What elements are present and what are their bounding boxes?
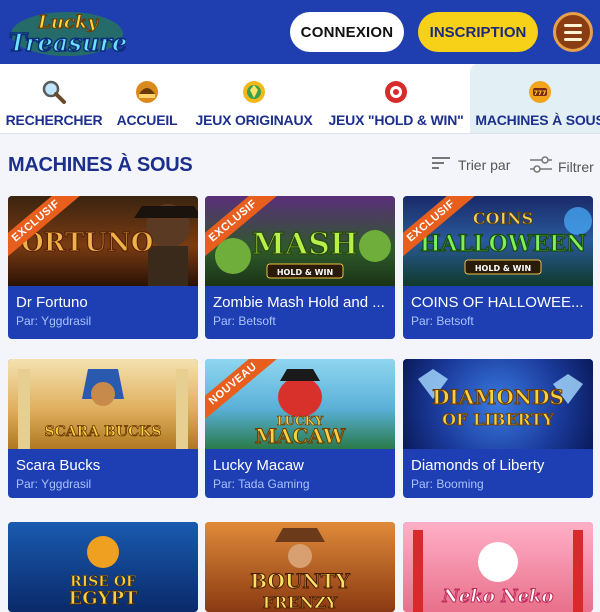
game-art-subtext: HOLD & WIN bbox=[277, 268, 333, 277]
game-card[interactable]: LUCKY MACAW NOUVEAU Lucky Macaw Par: Tad… bbox=[205, 359, 395, 498]
nav-label: ACCUEIL bbox=[116, 112, 178, 128]
game-art-text: Neko Neko bbox=[441, 586, 553, 607]
lucky-treasure-logo[interactable]: Lucky Treasure bbox=[8, 4, 128, 60]
game-name: Dr Fortuno bbox=[16, 294, 88, 311]
game-art-subtext: FRENZY bbox=[263, 593, 338, 612]
section-title: MACHINES À SOUS bbox=[8, 154, 193, 176]
svg-text:777: 777 bbox=[534, 90, 547, 97]
game-thumbnail: BOUNTY FRENZY bbox=[205, 522, 395, 612]
game-card[interactable]: FORTUNO EXCLUSIF Dr Fortuno Par: Yggdras… bbox=[8, 196, 198, 339]
game-provider: Par: Booming bbox=[411, 477, 484, 491]
game-card[interactable]: Neko Neko bbox=[403, 522, 593, 612]
game-art-text: HALLOWEEN bbox=[420, 231, 586, 257]
logo-line2: Treasure bbox=[9, 28, 126, 57]
game-thumbnail: SCARA BUCKS bbox=[8, 359, 198, 449]
slots-icon: 777 bbox=[526, 78, 554, 106]
game-thumbnail: COINS HALLOWEEN HOLD & WIN EXCLUSIF bbox=[403, 196, 593, 286]
nav-item-hold-win[interactable]: JEUX "HOLD & WIN" bbox=[326, 64, 466, 133]
game-thumbnail: FORTUNO EXCLUSIF bbox=[8, 196, 198, 286]
game-thumbnail: Neko Neko bbox=[403, 522, 593, 612]
game-card[interactable]: COINS HALLOWEEN HOLD & WIN EXCLUSIF COIN… bbox=[403, 196, 593, 339]
game-card[interactable]: BOUNTY FRENZY bbox=[205, 522, 395, 612]
game-name: Diamonds of Liberty bbox=[411, 457, 545, 474]
sort-icon bbox=[432, 156, 450, 173]
game-provider: Par: Betsoft bbox=[411, 314, 474, 328]
game-art-text: EGYPT bbox=[69, 588, 138, 609]
game-art-subtext: HOLD & WIN bbox=[475, 264, 531, 273]
nav-item-originals[interactable]: JEUX ORIGINAUX bbox=[192, 64, 316, 133]
sort-button[interactable]: Trier par bbox=[432, 156, 510, 173]
game-thumbnail: MASH HOLD & WIN EXCLUSIF bbox=[205, 196, 395, 286]
home-icon bbox=[133, 78, 161, 106]
game-thumbnail: LUCKY MACAW NOUVEAU bbox=[205, 359, 395, 449]
game-name: Lucky Macaw bbox=[213, 457, 304, 474]
game-art-text: BOUNTY bbox=[250, 569, 350, 593]
game-art-top: COINS bbox=[473, 209, 533, 228]
game-art-text: SCARA BUCKS bbox=[45, 424, 162, 440]
game-art-subtext: OF LIBERTY bbox=[442, 410, 554, 429]
game-card[interactable]: MASH HOLD & WIN EXCLUSIF Zombie Mash Hol… bbox=[205, 196, 395, 339]
game-provider: Par: Betsoft bbox=[213, 314, 276, 328]
nav-item-search[interactable]: RECHERCHER bbox=[5, 64, 103, 133]
game-art-text: MACAW bbox=[255, 424, 346, 448]
game-provider: Par: Yggdrasil bbox=[16, 314, 92, 328]
filter-label: Filtrer bbox=[558, 158, 594, 175]
nav-label: MACHINES À SOUS bbox=[475, 112, 600, 128]
filter-icon bbox=[530, 156, 552, 177]
game-name: Zombie Mash Hold and ... bbox=[213, 294, 385, 311]
nav-item-slots[interactable]: 777 MACHINES À SOUS bbox=[470, 64, 600, 133]
login-button[interactable]: CONNEXION bbox=[290, 12, 404, 52]
filter-button[interactable]: Filtrer bbox=[530, 156, 594, 177]
originals-icon bbox=[240, 78, 268, 106]
top-bar: Lucky Treasure CONNEXION INSCRIPTION bbox=[0, 0, 600, 64]
nav-item-home[interactable]: ACCUEIL bbox=[112, 64, 182, 133]
game-card[interactable]: RISE OF EGYPT bbox=[8, 522, 198, 612]
game-art-text: MASH bbox=[252, 227, 359, 262]
game-card[interactable]: DIAMONDS OF LIBERTY Diamonds of Liberty … bbox=[403, 359, 593, 498]
nav-label: JEUX ORIGINAUX bbox=[195, 112, 313, 128]
game-card[interactable]: SCARA BUCKS Scara Bucks Par: Yggdrasil bbox=[8, 359, 198, 498]
game-provider: Par: Yggdrasil bbox=[16, 477, 92, 491]
nav-label: JEUX "HOLD & WIN" bbox=[328, 112, 464, 128]
game-art-text: DIAMONDS bbox=[432, 385, 564, 409]
game-provider: Par: Tada Gaming bbox=[213, 477, 310, 491]
search-icon bbox=[40, 78, 68, 106]
nav-label: RECHERCHER bbox=[5, 112, 103, 128]
hold-win-icon bbox=[382, 78, 410, 106]
game-thumbnail: DIAMONDS OF LIBERTY bbox=[403, 359, 593, 449]
category-nav: RECHERCHER ACCUEIL JEUX ORIGINAUX JEUX "… bbox=[0, 64, 600, 134]
game-thumbnail: RISE OF EGYPT bbox=[8, 522, 198, 612]
hamburger-menu-icon[interactable] bbox=[553, 12, 593, 52]
game-name: COINS OF HALLOWEE... bbox=[411, 294, 584, 311]
sort-label: Trier par bbox=[458, 156, 511, 173]
signup-button[interactable]: INSCRIPTION bbox=[418, 12, 538, 52]
game-name: Scara Bucks bbox=[16, 457, 101, 474]
